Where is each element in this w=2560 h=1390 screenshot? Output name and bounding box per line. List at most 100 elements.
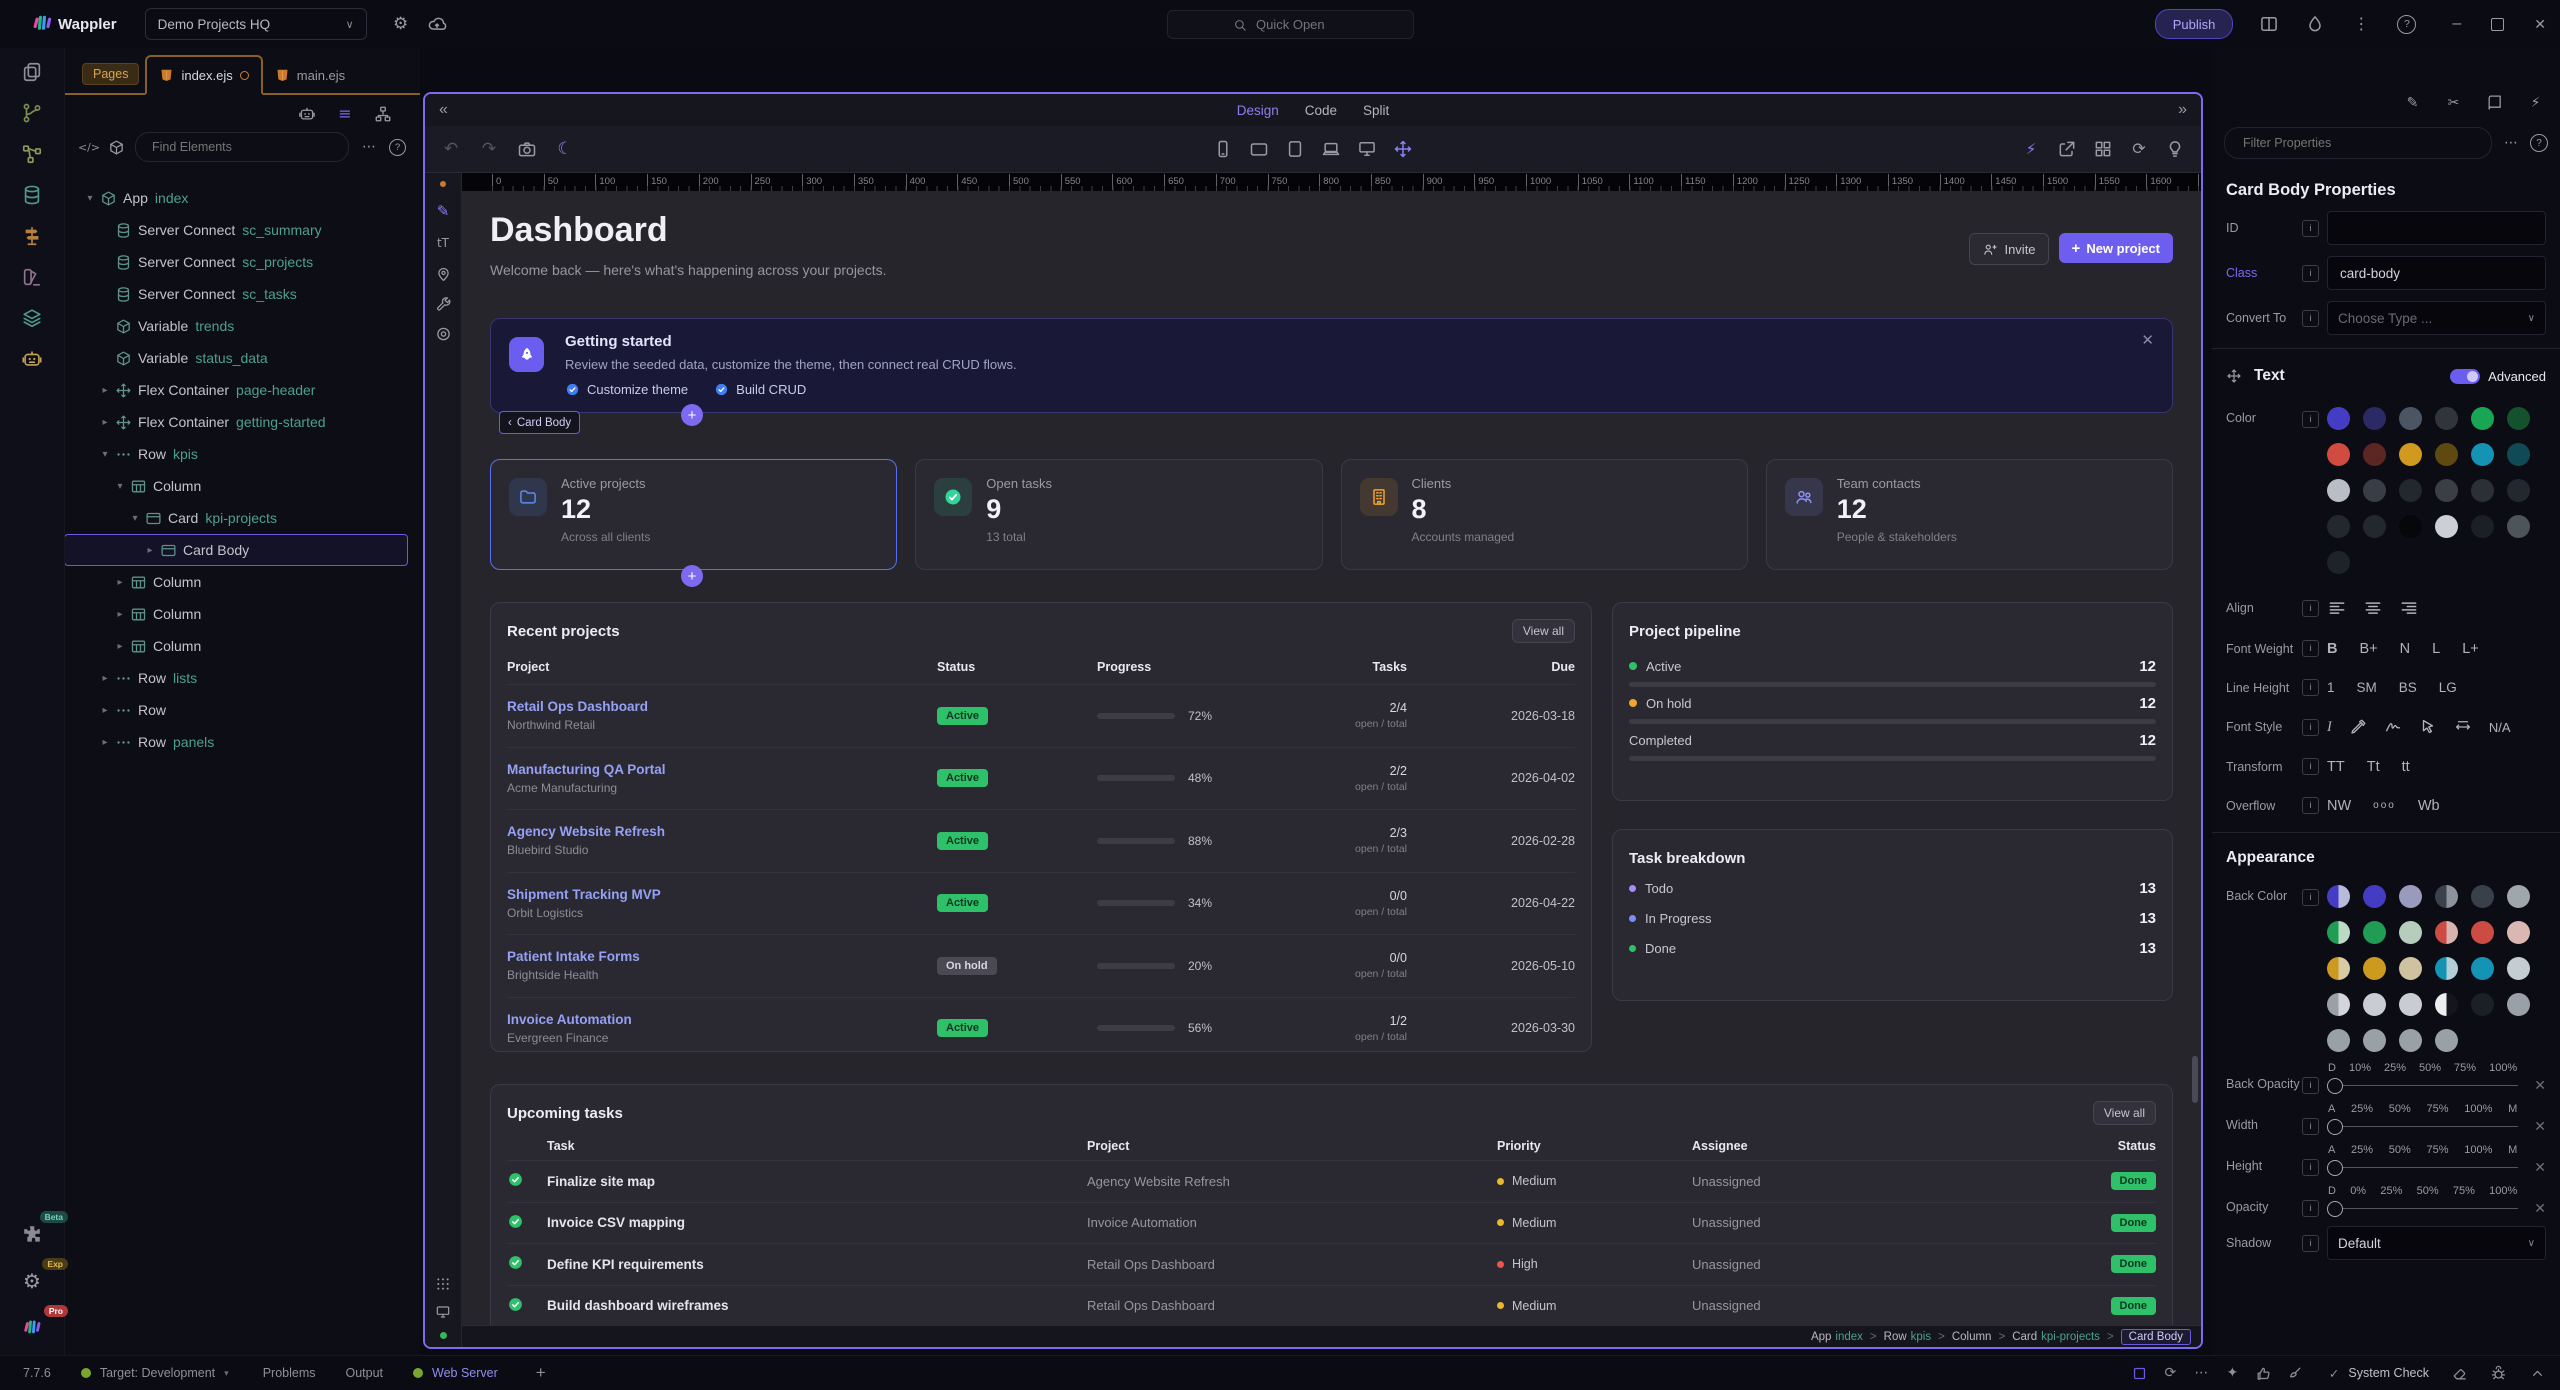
recent-project-row[interactable]: Agency Website RefreshBluebird StudioAct… <box>507 809 1575 872</box>
signature-icon[interactable] <box>2384 718 2402 736</box>
overflow-option-Wb[interactable]: Wb <box>2418 798 2440 814</box>
laptop-icon[interactable] <box>1321 139 1341 159</box>
more-icon[interactable]: ⋯ <box>2193 1365 2210 1382</box>
pages-button[interactable]: Pages <box>82 63 139 85</box>
highlighter-icon[interactable] <box>2349 718 2367 736</box>
color-swatch[interactable] <box>2399 921 2422 944</box>
color-swatch[interactable] <box>2399 443 2422 466</box>
color-swatch[interactable] <box>2507 885 2530 908</box>
font-weight-option-B+[interactable]: B+ <box>2359 641 2377 657</box>
color-swatch[interactable] <box>2471 885 2494 908</box>
line-height-option-BS[interactable]: BS <box>2399 680 2417 695</box>
help-icon[interactable]: ? <box>2397 15 2416 34</box>
web-server-button[interactable]: Web Server <box>413 1366 498 1380</box>
refresh-icon[interactable]: ⟳ <box>2129 139 2149 159</box>
tree-item-column[interactable]: ▸Column <box>64 598 420 630</box>
chevron-right-icon[interactable]: ▸ <box>97 385 113 396</box>
color-swatch[interactable] <box>2363 515 2386 538</box>
target-selector[interactable]: Target: Development ▾ <box>81 1366 229 1380</box>
view-tab-split[interactable]: Split <box>1363 103 1389 118</box>
slider-tick[interactable]: 50% <box>2417 1185 2439 1197</box>
rail-git-icon[interactable] <box>12 94 52 132</box>
color-swatch[interactable] <box>2507 479 2530 502</box>
color-swatch[interactable] <box>2471 515 2494 538</box>
project-link[interactable]: Patient Intake Forms <box>507 949 937 964</box>
width-arrows-icon[interactable] <box>2454 718 2472 736</box>
structure-icon[interactable]: ≡ <box>336 105 354 123</box>
bulb-icon[interactable] <box>2165 139 2185 159</box>
slider-tick[interactable]: A <box>2328 1144 2335 1156</box>
clear-icon[interactable]: ✕ <box>2534 1200 2546 1217</box>
monitor-icon[interactable] <box>435 1304 451 1320</box>
color-swatch[interactable] <box>2327 957 2350 980</box>
class-input[interactable] <box>2338 265 2535 282</box>
slider-tick[interactable]: M <box>2508 1103 2517 1115</box>
color-swatch[interactable] <box>2363 1029 2386 1052</box>
getting-started-banner[interactable]: Getting started Review the seeded data, … <box>490 318 2173 413</box>
clear-icon[interactable]: ✕ <box>2534 1077 2546 1094</box>
overflow-option-NW[interactable]: NW <box>2327 798 2351 814</box>
maximize-icon[interactable] <box>2491 18 2504 31</box>
grid-icon[interactable] <box>2093 139 2113 159</box>
assistant-icon[interactable] <box>298 105 316 123</box>
file-tab-main.ejs[interactable]: main.ejs <box>263 57 357 93</box>
kpi-card-team-contacts[interactable]: Team contacts12People & stakeholders <box>1766 459 2173 570</box>
slider-tick[interactable]: 75% <box>2427 1103 2449 1115</box>
color-swatch[interactable] <box>2363 993 2386 1016</box>
line-height-option-1[interactable]: 1 <box>2327 680 2335 695</box>
droplet-icon[interactable] <box>2305 14 2325 34</box>
thumbs-up-icon[interactable] <box>2255 1365 2272 1382</box>
color-swatch[interactable] <box>2471 407 2494 430</box>
chevron-right-icon[interactable]: ▸ <box>97 705 113 716</box>
color-swatch[interactable] <box>2507 921 2530 944</box>
color-swatch[interactable] <box>2435 515 2458 538</box>
rail-pages-icon[interactable] <box>12 53 52 91</box>
find-elements-input[interactable] <box>150 139 274 155</box>
shadow-select[interactable]: Default∨ <box>2327 1226 2546 1260</box>
canvas-scrollbar[interactable] <box>2192 1056 2198 1103</box>
upcoming-task-row[interactable]: Finalize site mapAgency Website RefreshM… <box>507 1160 2156 1202</box>
overflow-option-ooo[interactable]: ooo <box>2373 800 2396 811</box>
dark-mode-icon[interactable]: ☾ <box>555 139 575 159</box>
slider-tick[interactable]: M <box>2508 1144 2517 1156</box>
banner-check-item[interactable]: Customize theme <box>565 382 688 397</box>
slider-tick[interactable]: 25% <box>2384 1062 2406 1074</box>
collapse-icon[interactable] <box>2529 1365 2546 1382</box>
close-icon[interactable]: ✕ <box>2534 16 2546 33</box>
slider-tick[interactable]: 50% <box>2389 1103 2411 1115</box>
move-icon[interactable] <box>1393 139 1413 159</box>
color-swatch[interactable] <box>2399 993 2422 1016</box>
chevron-right-icon[interactable]: ▸ <box>97 417 113 428</box>
tree-item-column[interactable]: ▸Column <box>64 630 420 662</box>
color-swatch[interactable] <box>2471 993 2494 1016</box>
project-link[interactable]: Manufacturing QA Portal <box>507 762 937 777</box>
breadcrumb-item[interactable]: Cardkpi-projects <box>2012 1331 2100 1343</box>
code-icon[interactable]: </> <box>80 140 98 154</box>
color-swatch[interactable] <box>2327 551 2350 574</box>
quick-open-input[interactable] <box>1254 16 1348 33</box>
chevron-down-icon[interactable]: ▾ <box>127 513 143 524</box>
recent-project-row[interactable]: Patient Intake FormsBrightside HealthOn … <box>507 934 1575 997</box>
more-icon[interactable]: ⋯ <box>2501 133 2521 153</box>
book-icon[interactable] <box>2486 94 2503 111</box>
chevron-right-icon[interactable]: ▸ <box>142 545 158 556</box>
help-icon[interactable]: ? <box>2530 134 2548 152</box>
slider-knob[interactable] <box>2327 1078 2343 1094</box>
publish-button[interactable]: Publish <box>2155 9 2234 39</box>
kpi-card-open-tasks[interactable]: Open tasks913 total <box>915 459 1322 570</box>
upcoming-task-row[interactable]: Build dashboard wireframesRetail Ops Das… <box>507 1285 2156 1327</box>
broom-icon[interactable] <box>2286 1365 2303 1382</box>
color-swatch[interactable] <box>2435 443 2458 466</box>
breadcrumb-item[interactable]: Column <box>1952 1331 1992 1343</box>
collapse-left-icon[interactable]: « <box>439 101 448 119</box>
color-swatch[interactable] <box>2507 407 2530 430</box>
id-input[interactable] <box>2338 220 2535 237</box>
collapse-right-icon[interactable]: » <box>2178 101 2187 119</box>
add-panel-button[interactable]: + <box>536 1363 546 1383</box>
view-all-button[interactable]: View all <box>2093 1101 2156 1125</box>
rail-wappler-logo-icon[interactable]: Pro <box>12 1306 52 1350</box>
slider-tick[interactable]: 100% <box>2489 1185 2517 1197</box>
output-button[interactable]: Output <box>345 1366 383 1380</box>
chevron-right-icon[interactable]: ▸ <box>112 609 128 620</box>
color-swatch[interactable] <box>2507 957 2530 980</box>
